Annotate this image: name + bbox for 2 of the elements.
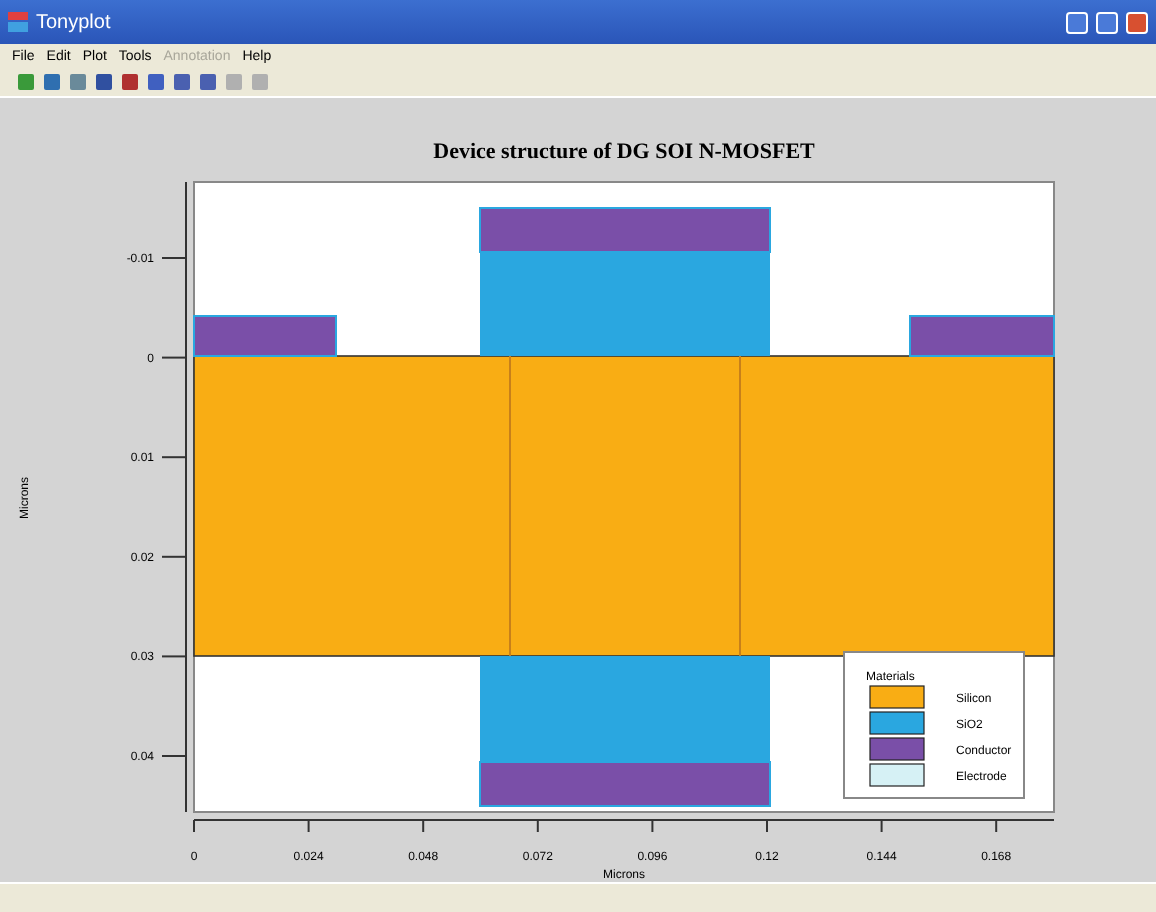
window-title: Tonyplot [36,11,113,33]
plot-title: Device structure of DG SOI N-MOSFET [433,140,815,164]
